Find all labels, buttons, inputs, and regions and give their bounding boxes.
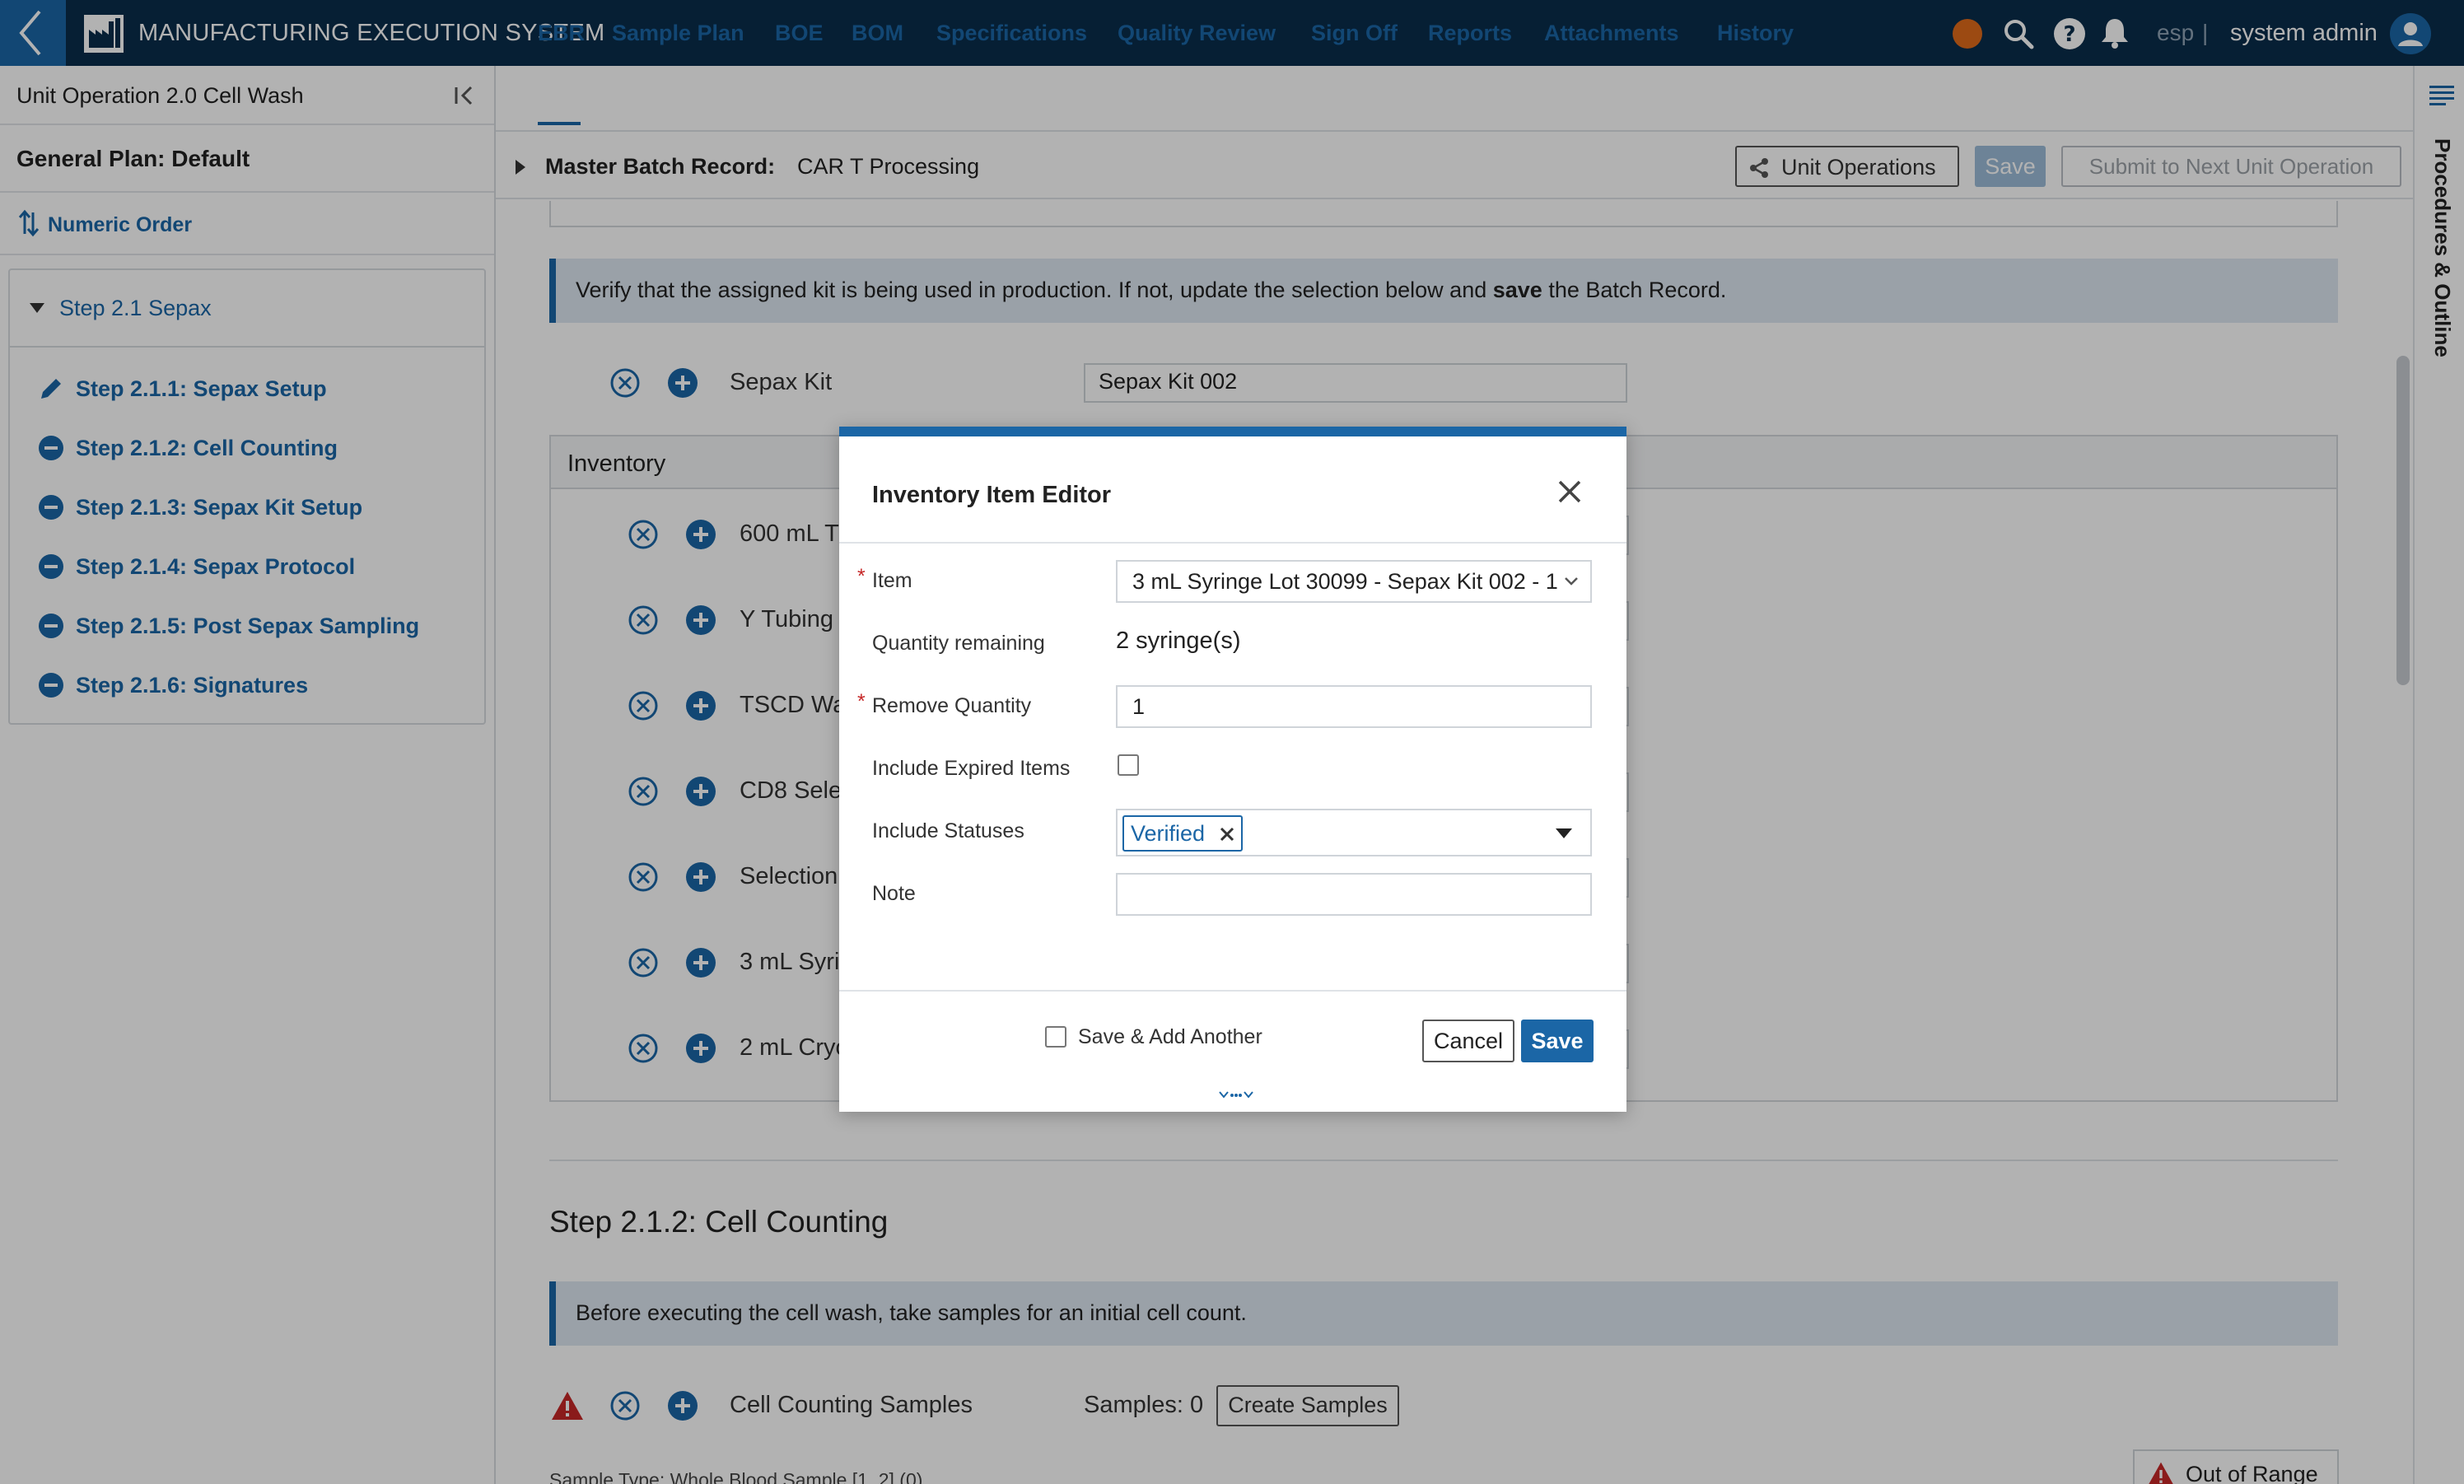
include-statuses-label: Include Statuses [872,819,1024,842]
item-label: Item [872,569,912,592]
required-marker: * [857,565,866,588]
cancel-button[interactable]: Cancel [1422,1020,1514,1062]
save-add-another-checkbox[interactable] [1045,1026,1066,1048]
status-chip-verified: Verified [1122,815,1244,852]
dialog-save-button[interactable]: Save [1521,1020,1594,1062]
item-select[interactable]: 3 mL Syringe Lot 30099 - Sepax Kit 002 -… [1116,560,1592,603]
quantity-remaining-value: 2 syringe(s) [1116,628,1241,654]
save-add-another-label: Save & Add Another [1078,1025,1262,1048]
include-expired-label: Include Expired Items [872,757,1071,780]
dialog-header-divider [839,542,1626,544]
item-select-value: 3 mL Syringe Lot 30099 - Sepax Kit 002 -… [1132,569,1558,594]
caret-down-icon [1556,828,1572,838]
expand-more-icon[interactable] [1202,1087,1267,1104]
dialog-title: Inventory Item Editor [872,482,1112,508]
required-marker: * [857,690,866,713]
remove-quantity-label: Remove Quantity [872,694,1032,717]
status-chip-label: Verified [1131,821,1206,846]
chevron-down-icon [1565,577,1578,586]
quantity-remaining-label: Quantity remaining [872,632,1045,655]
note-input[interactable] [1116,873,1592,916]
close-icon[interactable] [1556,478,1584,506]
remove-quantity-input[interactable]: 1 [1116,685,1592,728]
include-statuses-select[interactable]: Verified [1116,809,1592,856]
dialog-footer-divider [839,990,1626,992]
note-label: Note [872,882,916,905]
inventory-item-editor-dialog: Inventory Item Editor * Item 3 mL Syring… [839,427,1626,1112]
remove-chip-icon[interactable] [1218,825,1236,843]
include-expired-checkbox[interactable] [1118,754,1139,776]
